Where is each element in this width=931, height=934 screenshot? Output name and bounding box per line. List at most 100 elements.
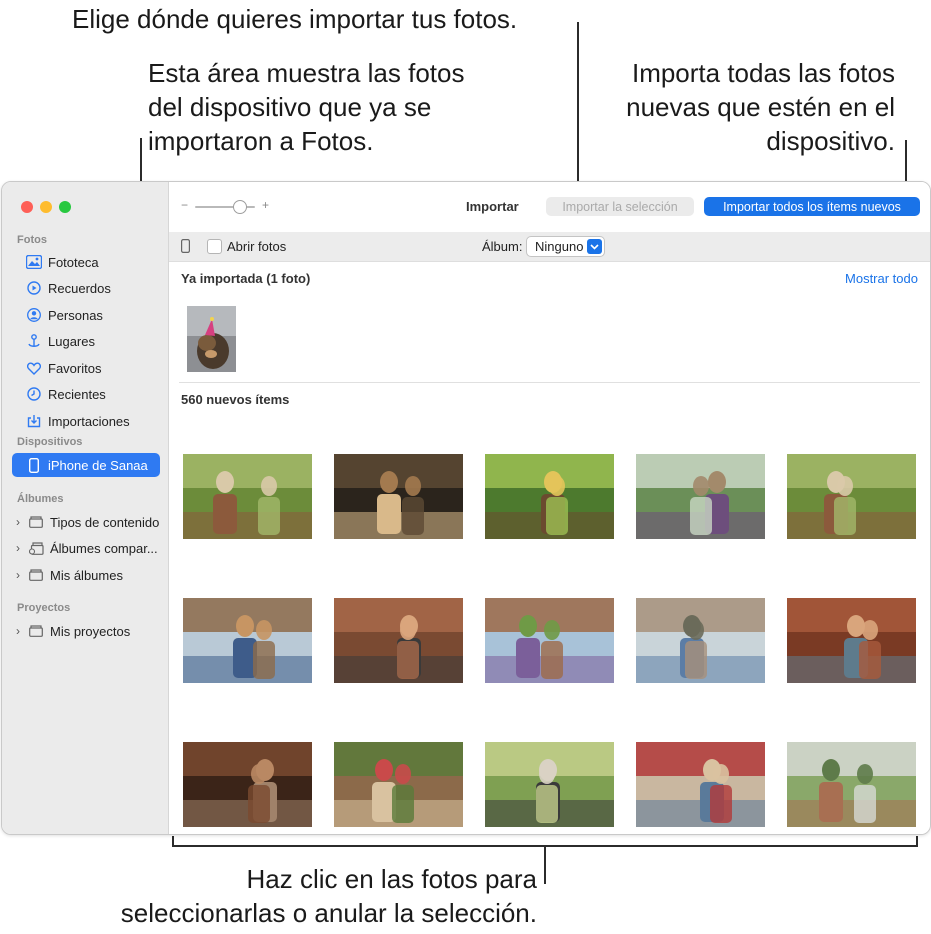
photo-thumbnail-woman-with-tree-roots[interactable] [334, 742, 463, 827]
callout-line: Importa todas las fotos [631, 58, 895, 88]
callout-import-all: Importa todas las fotos nuevas que estén… [626, 56, 895, 158]
sidebar-item-recuerdos[interactable]: Recuerdos [12, 276, 160, 300]
photos-import-window: Fotos Fototeca Recuerdos Personas Lugare… [1, 181, 931, 835]
import-options-bar: Abrir fotos Álbum: Ninguno [169, 232, 930, 262]
open-photos-label: Abrir fotos [227, 239, 287, 254]
thumbnail-size-slider[interactable]: − + [181, 198, 281, 214]
section-header-dispositivos: Dispositivos [17, 436, 83, 448]
photo-thumbnail-woman-with-backpack[interactable] [636, 454, 765, 539]
photo-thumbnail-man-in-garden[interactable] [485, 454, 614, 539]
iphone-icon [181, 239, 191, 258]
photo-thumbnail-woman-at-market[interactable] [636, 742, 765, 827]
sidebar-item-label: Importaciones [48, 413, 130, 429]
photo-thumbnail-friends-hiking-laughing[interactable] [787, 454, 916, 539]
callout-choose-destination: Elige dónde quieres importar tus fotos. [72, 2, 517, 36]
sidebar-item-label: Recuerdos [48, 280, 111, 296]
sidebar-item-iphone-de-sanaa[interactable]: iPhone de Sanaa [12, 453, 160, 477]
import-icon [26, 413, 42, 429]
callout-already-imported: Esta área muestra las fotos del disposit… [148, 56, 464, 158]
callout-line: Haz clic en las fotos para [246, 864, 537, 894]
sidebar-item-label: Mis proyectos [50, 623, 131, 639]
sidebar-item-importaciones[interactable]: Importaciones [12, 409, 160, 433]
section-header-fotos: Fotos [17, 234, 47, 246]
folder-icon [28, 567, 44, 583]
sidebar-item-tipos-de-contenido[interactable]: › Tipos de contenido [12, 510, 160, 534]
zoom-out-icon[interactable]: − [181, 198, 188, 212]
close-button[interactable] [21, 201, 33, 213]
leader-bracket-bottom-left [172, 836, 174, 846]
zoom-button[interactable] [59, 201, 71, 213]
leader-line-bottom [544, 846, 546, 884]
sidebar-item-label: Álbumes compar... [50, 540, 158, 556]
callout-select-photos: Haz clic en las fotos para seleccionarla… [121, 862, 537, 930]
clock-icon [26, 386, 42, 402]
photo-thumbnail-woman-in-doorway[interactable] [787, 598, 916, 683]
sidebar-item-label: Personas [48, 307, 103, 323]
section-header-albumes: Álbumes [17, 493, 64, 505]
photo-thumbnail-friends-hiking-laughing[interactable] [183, 454, 312, 539]
places-icon [26, 333, 42, 349]
open-photos-checkbox[interactable] [207, 239, 222, 254]
iphone-icon [26, 457, 42, 473]
shared-albums-icon [28, 540, 44, 556]
photo-thumbnail-group-at-temple[interactable] [183, 598, 312, 683]
library-icon [26, 254, 42, 270]
folder-icon [28, 514, 44, 530]
sidebar-item-label: iPhone de Sanaa [48, 457, 148, 473]
sidebar-item-personas[interactable]: Personas [12, 303, 160, 327]
sidebar-item-label: Lugares [48, 333, 95, 349]
photo-thumbnail-people-by-river[interactable] [636, 598, 765, 683]
callout-line: nuevas que estén en el [626, 92, 895, 122]
section-header-proyectos: Proyectos [17, 602, 71, 614]
already-imported-photo[interactable] [187, 306, 236, 372]
photo-thumbnail-group-sitting-at-ruins[interactable] [334, 598, 463, 683]
zoom-in-icon[interactable]: + [262, 198, 269, 212]
section-divider [179, 382, 920, 383]
photo-thumbnail-couple-walking-corridor[interactable] [183, 742, 312, 827]
sidebar-item-mis-proyectos[interactable]: › Mis proyectos [12, 619, 160, 643]
chevron-right-icon[interactable]: › [16, 568, 26, 582]
sidebar-item-label: Recientes [48, 386, 106, 402]
callout-line: seleccionarlas o anular la selección. [120, 898, 537, 928]
sidebar-item-label: Favoritos [48, 360, 102, 376]
album-select[interactable]: Ninguno [526, 236, 605, 257]
chevron-right-icon[interactable]: › [16, 541, 26, 555]
slider-knob[interactable] [233, 200, 247, 214]
chevron-right-icon[interactable]: › [16, 624, 26, 638]
memories-icon [26, 280, 42, 296]
sidebar-item-fototeca[interactable]: Fototeca [12, 250, 160, 274]
sidebar-item-label: Mis álbumes [50, 567, 123, 583]
sidebar-item-albumes-compartidos[interactable]: › Álbumes compar... [12, 536, 160, 560]
callout-line: Esta área muestra las fotos [148, 58, 465, 88]
sidebar-item-label: Tipos de contenido [50, 514, 160, 530]
callout-line: Elige dónde quieres importar tus fotos. [72, 4, 518, 34]
toolbar: − + Importar Importar la selección Impor… [169, 182, 930, 232]
heart-icon [26, 360, 42, 376]
already-imported-heading: Ya importada (1 foto) [181, 271, 311, 286]
minimize-button[interactable] [40, 201, 52, 213]
toolbar-title: Importar [466, 199, 519, 214]
main-content: − + Importar Importar la selección Impor… [169, 182, 930, 834]
photo-thumbnail-woman-at-temple[interactable] [485, 598, 614, 683]
photo-thumbnail-friends-lying-on-grass[interactable] [485, 742, 614, 827]
photo-thumbnail-friends-cheering-outdoors[interactable] [787, 742, 916, 827]
show-all-link[interactable]: Mostrar todo [845, 271, 918, 286]
sidebar-item-lugares[interactable]: Lugares [12, 329, 160, 353]
sidebar-item-favoritos[interactable]: Favoritos [12, 356, 160, 380]
sidebar-item-label: Fototeca [48, 254, 99, 270]
import-all-new-button[interactable]: Importar todos los ítems nuevos [704, 197, 920, 216]
chevron-down-icon[interactable] [587, 239, 602, 254]
sidebar-item-mis-albumes[interactable]: › Mis álbumes [12, 563, 160, 587]
album-select-value: Ninguno [535, 239, 584, 254]
folder-icon [28, 623, 44, 639]
chevron-right-icon[interactable]: › [16, 515, 26, 529]
callout-line: del dispositivo que ya se [148, 92, 432, 122]
sidebar-item-recientes[interactable]: Recientes [12, 382, 160, 406]
callout-line: importaron a Fotos. [148, 126, 374, 156]
callout-line: dispositivo. [766, 126, 895, 156]
import-selection-button[interactable]: Importar la selección [546, 197, 694, 216]
leader-bracket-bottom-right [916, 836, 918, 846]
new-items-heading: 560 nuevos ítems [181, 392, 290, 407]
sidebar: Fotos Fototeca Recuerdos Personas Lugare… [2, 182, 169, 834]
photo-thumbnail-man-in-cafe[interactable] [334, 454, 463, 539]
